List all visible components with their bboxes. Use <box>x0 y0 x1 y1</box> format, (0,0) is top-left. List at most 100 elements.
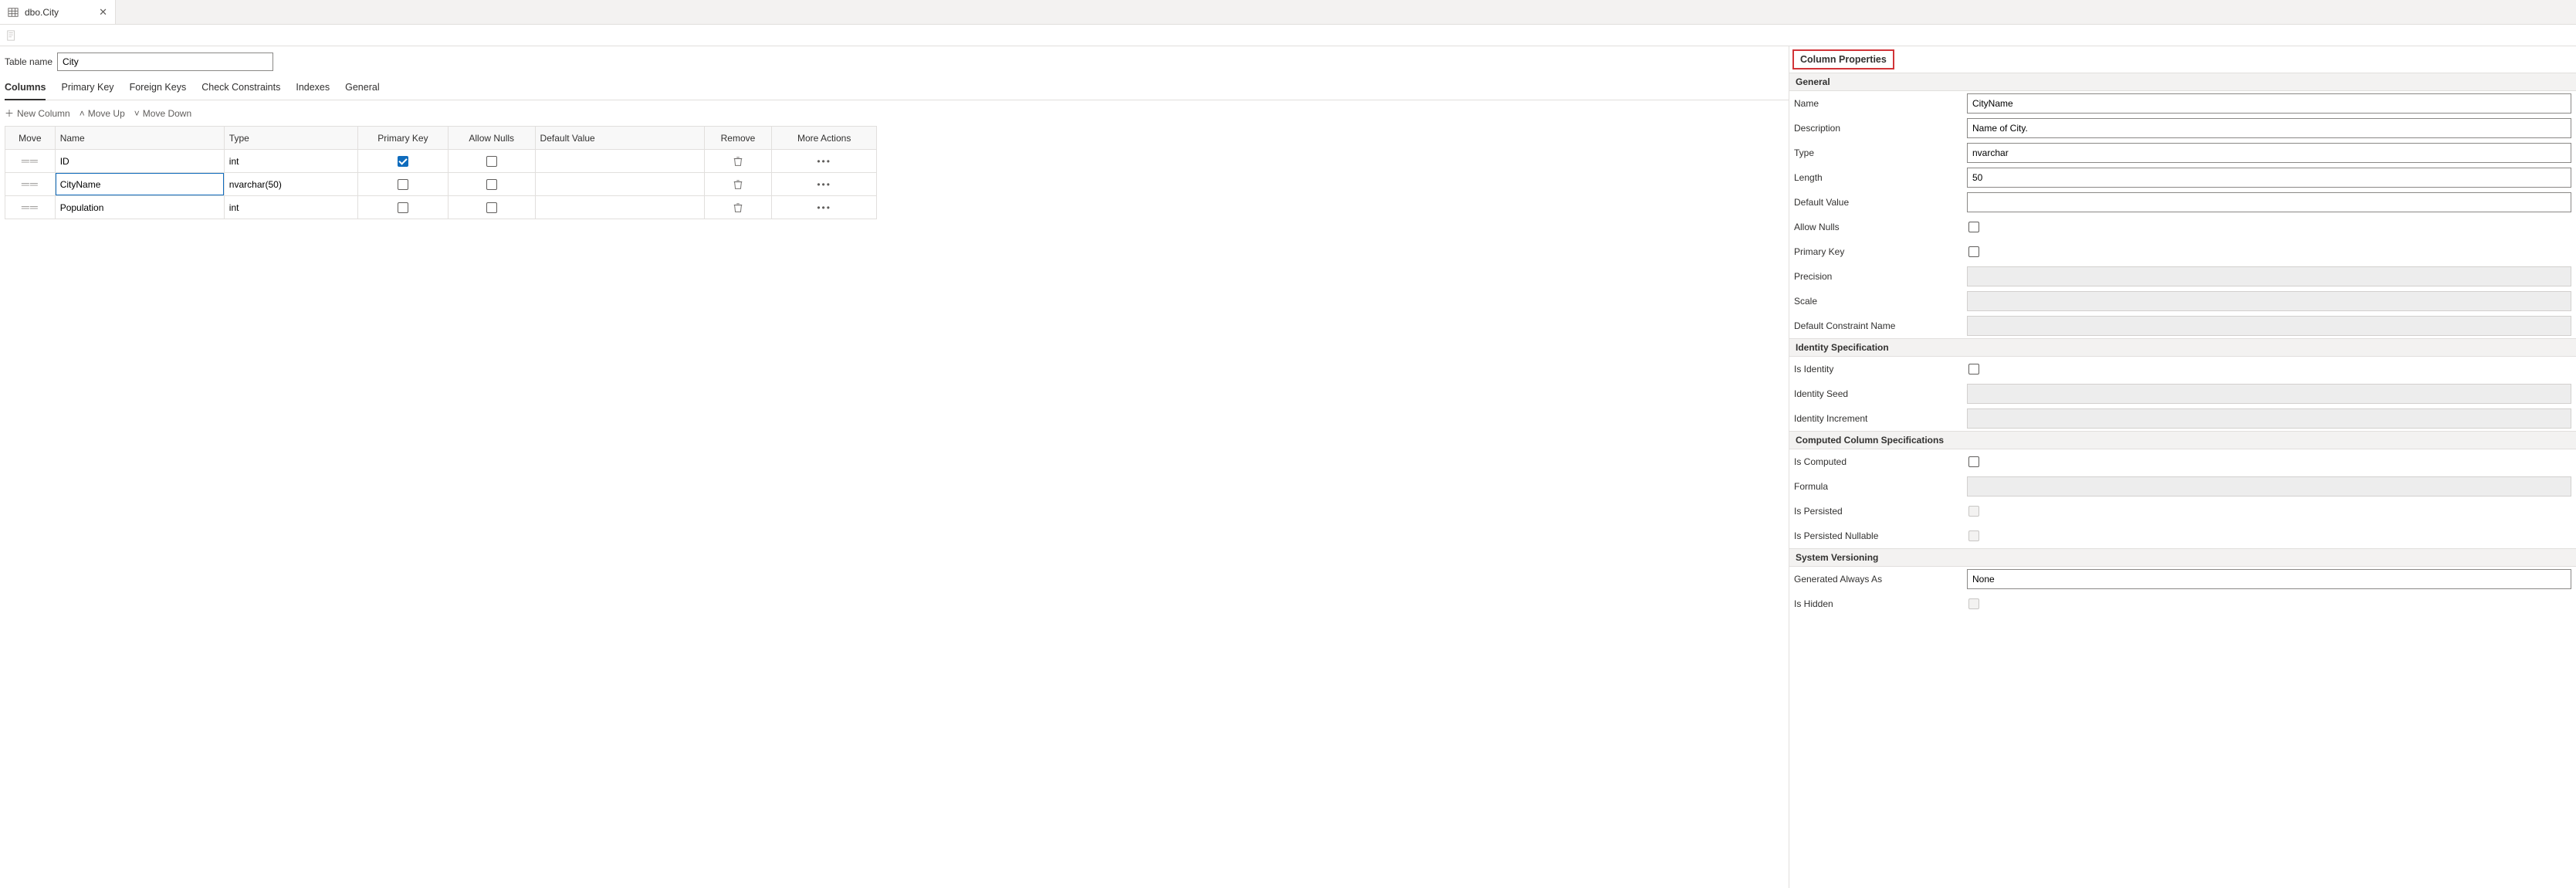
cell-more[interactable]: ••• <box>772 173 877 196</box>
prop-input-description[interactable] <box>1967 118 2571 138</box>
move-down-label: Move Down <box>143 108 191 119</box>
more-actions-icon[interactable]: ••• <box>817 202 831 213</box>
cell-allow-nulls[interactable] <box>448 150 535 173</box>
new-column-label: New Column <box>17 108 70 119</box>
prop-input-generated-always[interactable] <box>1967 569 2571 589</box>
cell-default[interactable] <box>535 173 704 196</box>
prop-label-default-value: Default Value <box>1794 197 1967 208</box>
table-row[interactable]: ══ ••• <box>5 196 877 219</box>
tab-check-constraints[interactable]: Check Constraints <box>201 77 280 100</box>
trash-icon[interactable] <box>733 155 743 166</box>
cell-pk[interactable] <box>358 173 449 196</box>
cell-type[interactable] <box>224 173 357 196</box>
prop-input-type[interactable] <box>1967 143 2571 163</box>
prop-readonly-default-constraint <box>1967 316 2571 336</box>
table-row[interactable]: ══ ••• <box>5 150 877 173</box>
cell-more[interactable]: ••• <box>772 196 877 219</box>
column-allow-nulls-checkbox[interactable] <box>486 202 497 213</box>
cell-type[interactable] <box>224 196 357 219</box>
cell-pk[interactable] <box>358 196 449 219</box>
close-icon[interactable]: ✕ <box>99 6 107 19</box>
cell-pk[interactable] <box>358 150 449 173</box>
prop-check-is-computed[interactable] <box>1968 456 1979 467</box>
grid-header-allow-nulls: Allow Nulls <box>448 127 535 150</box>
grid-header-primary-key: Primary Key <box>358 127 449 150</box>
column-default-input[interactable] <box>540 179 699 190</box>
prop-label-identity-seed: Identity Seed <box>1794 388 1967 399</box>
cell-name[interactable] <box>55 173 224 196</box>
script-icon[interactable] <box>6 30 17 41</box>
cell-allow-nulls[interactable] <box>448 173 535 196</box>
table-row[interactable]: ══ ••• <box>5 173 877 196</box>
cell-default[interactable] <box>535 150 704 173</box>
trash-icon[interactable] <box>733 178 743 189</box>
prop-label-name: Name <box>1794 98 1967 109</box>
prop-input-name[interactable] <box>1967 93 2571 114</box>
cell-name[interactable] <box>55 196 224 219</box>
editor-tab-label: dbo.City <box>25 7 59 18</box>
properties-pane: Column Properties General Name Descripti… <box>1789 46 2576 888</box>
cell-name[interactable] <box>55 150 224 173</box>
column-pk-checkbox[interactable] <box>398 156 408 167</box>
chevron-up-icon: ˄ <box>80 108 85 119</box>
prop-readonly-identity-increment <box>1967 408 2571 429</box>
tab-foreign-keys[interactable]: Foreign Keys <box>130 77 187 100</box>
prop-label-scale: Scale <box>1794 296 1967 307</box>
column-allow-nulls-checkbox[interactable] <box>486 156 497 167</box>
cell-default[interactable] <box>535 196 704 219</box>
prop-label-length: Length <box>1794 172 1967 183</box>
prop-check-is-identity[interactable] <box>1968 364 1979 375</box>
column-name-input[interactable] <box>60 202 219 213</box>
grid-header-name: Name <box>55 127 224 150</box>
move-up-label: Move Up <box>88 108 125 119</box>
drag-handle-icon[interactable]: ══ <box>22 178 39 190</box>
column-pk-checkbox[interactable] <box>398 179 408 190</box>
prop-input-length[interactable] <box>1967 168 2571 188</box>
cell-type[interactable] <box>224 150 357 173</box>
mini-toolbar <box>0 25 2576 46</box>
grid-header-remove: Remove <box>704 127 772 150</box>
more-actions-icon[interactable]: ••• <box>817 156 831 167</box>
column-allow-nulls-checkbox[interactable] <box>486 179 497 190</box>
column-name-input[interactable] <box>56 173 224 195</box>
drag-handle-icon[interactable]: ══ <box>22 154 39 167</box>
tab-general[interactable]: General <box>345 77 379 100</box>
move-down-button[interactable]: ˅ Move Down <box>134 107 191 120</box>
cell-allow-nulls[interactable] <box>448 196 535 219</box>
prop-label-type: Type <box>1794 147 1967 158</box>
trash-icon[interactable] <box>733 202 743 212</box>
prop-check-allow-nulls[interactable] <box>1968 222 1979 232</box>
group-computed: Computed Column Specifications <box>1789 431 2576 449</box>
prop-label-is-computed: Is Computed <box>1794 456 1967 467</box>
prop-readonly-scale <box>1967 291 2571 311</box>
column-type-input[interactable] <box>229 202 353 213</box>
more-actions-icon[interactable]: ••• <box>817 179 831 190</box>
prop-label-generated-always: Generated Always As <box>1794 574 1967 585</box>
column-pk-checkbox[interactable] <box>398 202 408 213</box>
tab-primary-key[interactable]: Primary Key <box>61 77 113 100</box>
prop-input-default-value[interactable] <box>1967 192 2571 212</box>
chevron-down-icon: ˅ <box>134 108 140 119</box>
cell-remove[interactable] <box>704 173 772 196</box>
drag-handle-icon[interactable]: ══ <box>22 201 39 213</box>
new-column-button[interactable]: ＋ New Column <box>5 107 70 120</box>
cell-remove[interactable] <box>704 196 772 219</box>
column-name-input[interactable] <box>60 156 219 167</box>
prop-label-allow-nulls: Allow Nulls <box>1794 222 1967 232</box>
prop-label-description: Description <box>1794 123 1967 134</box>
table-name-input[interactable] <box>57 53 273 71</box>
editor-tab-dbo-city[interactable]: dbo.City ✕ <box>0 0 116 24</box>
prop-check-primary-key[interactable] <box>1968 246 1979 257</box>
cell-remove[interactable] <box>704 150 772 173</box>
tab-indexes[interactable]: Indexes <box>296 77 330 100</box>
column-default-input[interactable] <box>540 202 699 213</box>
prop-readonly-formula <box>1967 476 2571 497</box>
group-system: System Versioning <box>1789 548 2576 567</box>
tab-columns[interactable]: Columns <box>5 77 46 100</box>
move-up-button[interactable]: ˄ Move Up <box>80 107 125 120</box>
cell-more[interactable]: ••• <box>772 150 877 173</box>
column-default-input[interactable] <box>540 156 699 167</box>
group-identity: Identity Specification <box>1789 338 2576 357</box>
column-type-input[interactable] <box>229 179 353 190</box>
column-type-input[interactable] <box>229 156 353 167</box>
